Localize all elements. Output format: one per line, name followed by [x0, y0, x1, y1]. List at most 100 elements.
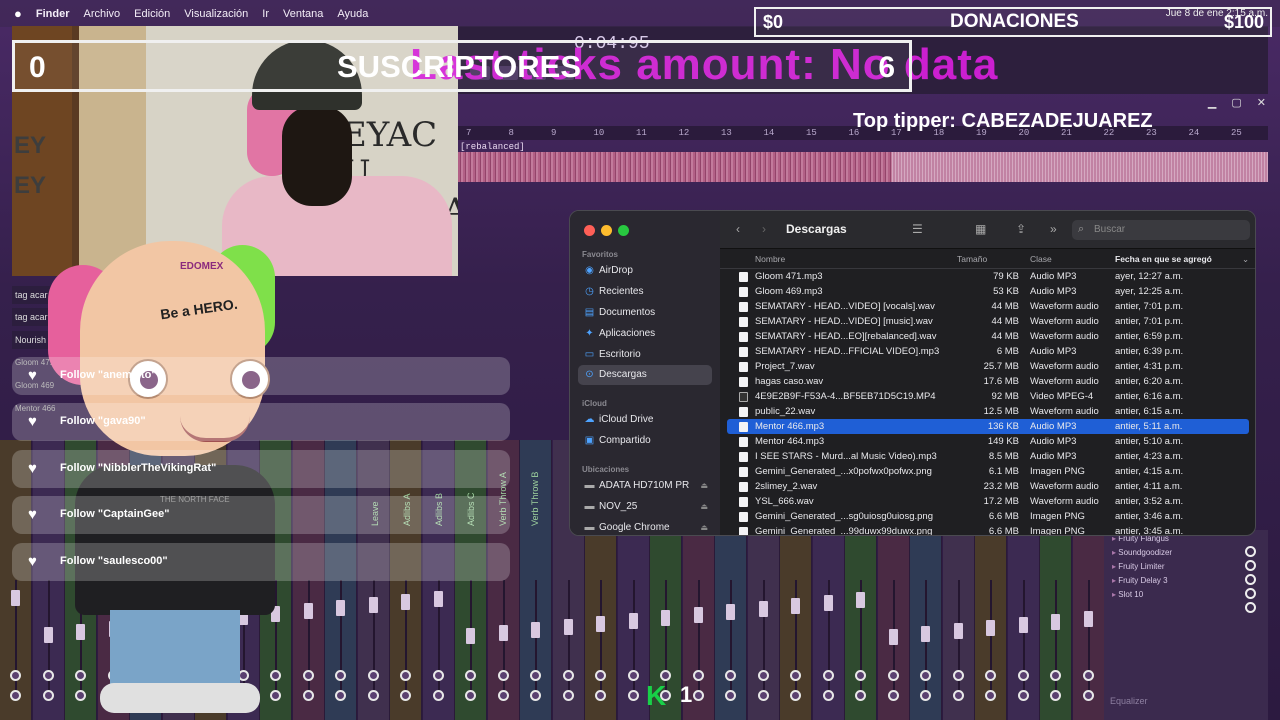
- pan-knob[interactable]: [367, 670, 379, 681]
- sidebar-item-airdrop[interactable]: ◉ AirDrop: [578, 261, 712, 281]
- menu-ir[interactable]: Ir: [262, 8, 269, 20]
- pan-knob[interactable]: [725, 670, 736, 681]
- sidebar-item-adata[interactable]: ▬ ADATA HD710M PR ⏏: [578, 476, 712, 496]
- volume-fader[interactable]: [1018, 617, 1028, 633]
- volume-fader[interactable]: [888, 629, 898, 645]
- pan-knob[interactable]: [887, 670, 899, 681]
- volume-fader[interactable]: [11, 590, 20, 606]
- volume-fader[interactable]: [758, 601, 768, 617]
- volume-fader[interactable]: [498, 625, 508, 641]
- file-row[interactable]: Mentor 466.mp3 136 KB Audio MP3 antier, 5:1…: [727, 419, 1249, 434]
- pan-knob[interactable]: [302, 670, 314, 681]
- volume-fader[interactable]: [531, 622, 540, 638]
- menu-archivo[interactable]: Archivo: [83, 8, 120, 20]
- send-knob[interactable]: [10, 690, 21, 701]
- eject-icon[interactable]: ⏏: [700, 518, 708, 535]
- sidebar-item-google-chrome[interactable]: ▬ Google Chrome ⏏: [578, 518, 712, 535]
- file-row[interactable]: 2slimey_2.wav 23.2 MB Waveform audio antier…: [727, 479, 1249, 494]
- pan-knob[interactable]: [400, 670, 411, 681]
- send-knob[interactable]: [432, 690, 444, 701]
- send-knob[interactable]: [822, 690, 834, 701]
- menu-ayuda[interactable]: Ayuda: [337, 8, 368, 20]
- file-row[interactable]: SEMATARY - HEAD...EO][rebalanced].wav 44 …: [727, 329, 1249, 344]
- file-row[interactable]: Mentor 464.mp3 149 KB Audio MP3 antier, 5:1…: [727, 434, 1249, 449]
- sort-chevron-icon[interactable]: ⌄: [1242, 254, 1249, 265]
- volume-fader[interactable]: [661, 610, 670, 626]
- send-knob[interactable]: [855, 690, 866, 701]
- file-row[interactable]: SEMATARY - HEAD...VIDEO] [music].wav 44 M…: [727, 314, 1249, 329]
- sidebar-item-recientes[interactable]: ◷ Recientes: [578, 282, 712, 302]
- send-knob[interactable]: [302, 690, 314, 701]
- volume-fader[interactable]: [1051, 614, 1060, 630]
- file-row[interactable]: YSL_666.wav 17.2 MB Waveform audio antier, …: [727, 494, 1249, 509]
- send-knob[interactable]: [985, 690, 996, 701]
- pan-knob[interactable]: [530, 670, 541, 681]
- close-window-button[interactable]: [584, 225, 595, 236]
- sidebar-item-icloud-drive[interactable]: ☁ iCloud Drive: [578, 410, 712, 430]
- plugin-slot[interactable]: Soundgoodizer: [1112, 548, 1172, 557]
- send-knob[interactable]: [757, 690, 769, 701]
- eject-icon[interactable]: ⏏: [700, 497, 708, 517]
- volume-fader[interactable]: [823, 595, 833, 611]
- search-field[interactable]: ⌕ Buscar: [1072, 220, 1250, 240]
- send-knob[interactable]: [952, 690, 964, 701]
- minimize-window-button[interactable]: [601, 225, 612, 236]
- send-knob[interactable]: [562, 690, 574, 701]
- send-knob[interactable]: [367, 690, 379, 701]
- plugin-toggle-icon[interactable]: [1245, 560, 1256, 571]
- more-chevrons-icon[interactable]: »: [1050, 222, 1057, 236]
- pan-knob[interactable]: [1082, 670, 1094, 681]
- plugin-slot[interactable]: Fruity Limiter: [1112, 562, 1164, 571]
- send-knob[interactable]: [887, 690, 899, 701]
- send-knob[interactable]: [497, 690, 509, 701]
- sidebar-item-descargas[interactable]: ⊙ Descargas: [578, 365, 712, 385]
- file-row[interactable]: public_22.wav 12.5 MB Waveform audio antier…: [727, 404, 1249, 419]
- send-knob[interactable]: [400, 690, 411, 701]
- share-icon[interactable]: ⇪: [1016, 222, 1026, 236]
- menu-ventana[interactable]: Ventana: [283, 8, 323, 20]
- pan-knob[interactable]: [562, 670, 574, 681]
- volume-fader[interactable]: [791, 598, 800, 614]
- pan-knob[interactable]: [10, 670, 21, 681]
- volume-fader[interactable]: [856, 592, 865, 608]
- volume-fader[interactable]: [986, 620, 995, 636]
- sidebar-item-documentos[interactable]: ▤ Documentos: [578, 303, 712, 323]
- file-row[interactable]: Project_7.wav 25.7 MB Waveform audio antier…: [727, 359, 1249, 374]
- file-row[interactable]: 4E9E2B9F-F53A-4...BF5EB71D5C19.MP4 92 MB V…: [727, 389, 1249, 404]
- send-knob[interactable]: [725, 690, 736, 701]
- volume-fader[interactable]: [563, 619, 573, 635]
- list-view-icon[interactable]: ☰: [912, 222, 923, 236]
- pan-knob[interactable]: [920, 670, 931, 681]
- file-row[interactable]: SEMATARY - HEAD...FFICIAL VIDEO].mp3 6 MB…: [727, 344, 1249, 359]
- column-nombre[interactable]: Nombre: [755, 254, 785, 264]
- menu-visualizacion[interactable]: Visualización: [184, 8, 248, 20]
- sidebar-item-escritorio[interactable]: ▭ Escritorio: [578, 345, 712, 365]
- volume-fader[interactable]: [433, 591, 443, 607]
- pan-knob[interactable]: [465, 670, 476, 681]
- send-knob[interactable]: [1082, 690, 1094, 701]
- send-knob[interactable]: [1017, 690, 1029, 701]
- pan-knob[interactable]: [432, 670, 444, 681]
- menu-edicion[interactable]: Edición: [134, 8, 170, 20]
- volume-fader[interactable]: [336, 600, 345, 616]
- pan-knob[interactable]: [335, 670, 346, 681]
- volume-fader[interactable]: [596, 616, 605, 632]
- pan-knob[interactable]: [1017, 670, 1029, 681]
- sidebar-item-compartido[interactable]: ▣ Compartido: [578, 431, 712, 451]
- plugin-slot[interactable]: Slot 10: [1112, 590, 1143, 599]
- plugin-toggle-icon[interactable]: [1245, 546, 1256, 557]
- send-knob[interactable]: [790, 690, 801, 701]
- forward-chevron-icon[interactable]: ›: [762, 222, 766, 236]
- file-row[interactable]: Gemini_Generated_...sg0uiosg0uiosg.png 6.…: [727, 509, 1249, 524]
- volume-fader[interactable]: [303, 603, 313, 619]
- volume-fader[interactable]: [466, 628, 475, 644]
- daw-window-controls[interactable]: ▁ ▢ ✕: [1208, 96, 1272, 109]
- column-clase[interactable]: Clase: [1030, 254, 1052, 264]
- file-row[interactable]: SEMATARY - HEAD...VIDEO] [vocals].wav 44 …: [727, 299, 1249, 314]
- volume-fader[interactable]: [693, 607, 703, 623]
- plugin-slot[interactable]: Fruity Delay 3: [1112, 576, 1167, 585]
- file-row[interactable]: hagas caso.wav 17.6 MB Waveform audio antie…: [727, 374, 1249, 389]
- file-row[interactable]: Gemini_Generated_...x0pofwx0pofwx.png 6.1…: [727, 464, 1249, 479]
- sidebar-item-aplicaciones[interactable]: ✦ Aplicaciones: [578, 324, 712, 344]
- sidebar-item-nov25[interactable]: ▬ NOV_25 ⏏: [578, 497, 712, 517]
